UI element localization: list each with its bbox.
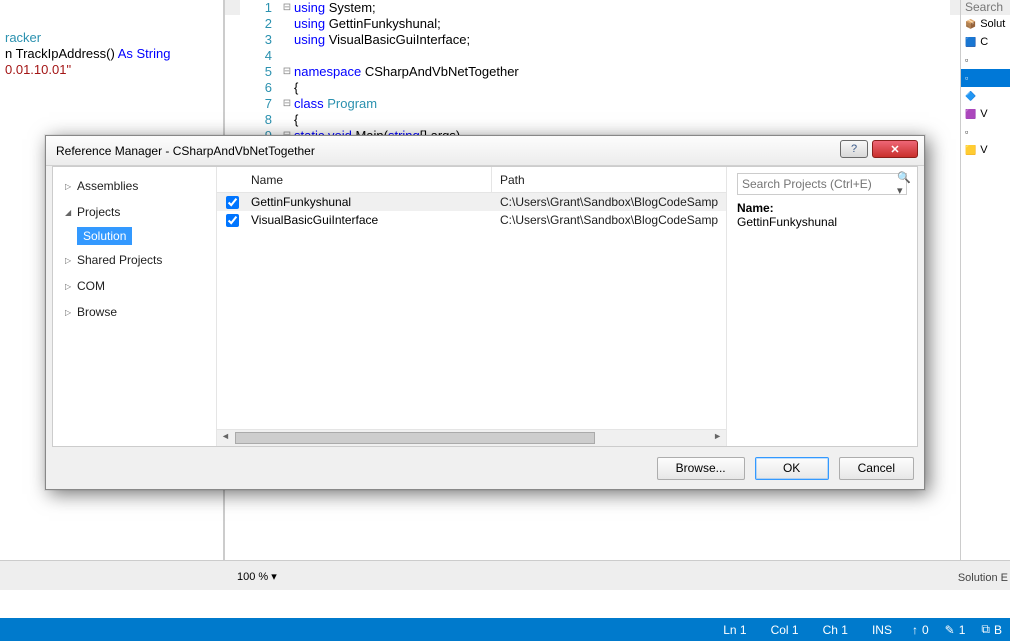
solution-tree-item[interactable]: ▫ bbox=[961, 51, 1010, 69]
search-projects[interactable]: 🔍▾ bbox=[737, 173, 907, 195]
project-checkbox[interactable] bbox=[226, 196, 239, 209]
solution-tree-item[interactable]: 🟦C bbox=[961, 33, 1010, 51]
project-checkbox[interactable] bbox=[226, 214, 239, 227]
status-branch[interactable]: ⧉ B bbox=[973, 622, 1010, 637]
horizontal-scrollbar[interactable] bbox=[217, 429, 726, 446]
editor-footer bbox=[0, 560, 1010, 590]
project-row[interactable]: GettinFunkyshunalC:\Users\Grant\Sandbox\… bbox=[217, 193, 726, 211]
code-token: TrackIpAddress() bbox=[16, 46, 118, 61]
solution-tree-item[interactable]: 🟨V bbox=[961, 141, 1010, 159]
browse-button[interactable]: Browse... bbox=[657, 457, 745, 480]
sidebar-assemblies[interactable]: Assemblies bbox=[53, 173, 216, 199]
dialog-titlebar[interactable]: Reference Manager - CSharpAndVbNetTogeth… bbox=[46, 136, 924, 166]
status-ins: INS bbox=[860, 623, 904, 637]
details-name-label: Name: bbox=[737, 201, 907, 215]
status-line: Ln 1 bbox=[711, 623, 758, 637]
chevron-right-icon bbox=[65, 307, 71, 318]
ok-button[interactable]: OK bbox=[755, 457, 829, 480]
dialog-footer: Browse... OK Cancel bbox=[657, 453, 914, 483]
chevron-right-icon bbox=[65, 181, 71, 192]
status-bar: Ln 1 Col 1 Ch 1 INS ↑ 0 ✎ 1 ⧉ B bbox=[0, 618, 1010, 641]
dialog-body: Assemblies Projects Solution Shared Proj… bbox=[52, 166, 918, 447]
code-token: racker bbox=[5, 30, 41, 45]
code-token: As String bbox=[118, 46, 171, 61]
list-header: Name Path bbox=[217, 167, 726, 193]
column-name[interactable]: Name bbox=[247, 167, 492, 192]
projects-list-pane: Name Path GettinFunkyshunalC:\Users\Gran… bbox=[217, 167, 727, 446]
status-changes[interactable]: ✎ 1 bbox=[937, 623, 974, 637]
solution-explorer[interactable]: 📦Solut🟦C▫▫🔷🟪V▫🟨V bbox=[960, 15, 1010, 560]
details-name-value: GettinFunkyshunal bbox=[737, 215, 907, 229]
status-col: Col 1 bbox=[759, 623, 811, 637]
solution-explorer-label: Solution E bbox=[958, 572, 1008, 584]
close-button[interactable]: ✕ bbox=[872, 140, 918, 158]
search-icon: 🔍▾ bbox=[897, 171, 911, 197]
column-path[interactable]: Path bbox=[492, 173, 525, 187]
zoom-level[interactable]: 100 % ▾ bbox=[237, 570, 277, 583]
code-token: 0.01.10.01" bbox=[5, 62, 71, 77]
project-row[interactable]: VisualBasicGuiInterfaceC:\Users\Grant\Sa… bbox=[217, 211, 726, 229]
solution-tree-item[interactable]: 🟪V bbox=[961, 105, 1010, 123]
sidebar-projects[interactable]: Projects bbox=[53, 199, 216, 225]
sidebar-solution[interactable]: Solution bbox=[77, 227, 132, 245]
code-token: n bbox=[5, 46, 16, 61]
scrollbar-thumb[interactable] bbox=[235, 432, 595, 444]
status-ch: Ch 1 bbox=[811, 623, 860, 637]
chevron-right-icon bbox=[65, 255, 71, 266]
sidebar-browse[interactable]: Browse bbox=[53, 299, 216, 325]
solution-tree-item[interactable]: 📦Solut bbox=[961, 15, 1010, 33]
cancel-button[interactable]: Cancel bbox=[839, 457, 914, 480]
solution-tree-item[interactable]: ▫ bbox=[961, 69, 1010, 87]
chevron-right-icon bbox=[65, 281, 71, 292]
dialog-sidebar: Assemblies Projects Solution Shared Proj… bbox=[53, 167, 217, 446]
solution-tree-item[interactable]: ▫ bbox=[961, 123, 1010, 141]
sidebar-com[interactable]: COM bbox=[53, 273, 216, 299]
help-button[interactable]: ? bbox=[840, 140, 868, 158]
search-input[interactable] bbox=[742, 177, 897, 191]
chevron-down-icon bbox=[65, 207, 71, 218]
sidebar-shared[interactable]: Shared Projects bbox=[53, 247, 216, 273]
dialog-title: Reference Manager - CSharpAndVbNetTogeth… bbox=[56, 144, 315, 158]
details-pane: 🔍▾ Name: GettinFunkyshunal bbox=[727, 167, 917, 446]
reference-manager-dialog: Reference Manager - CSharpAndVbNetTogeth… bbox=[45, 135, 925, 490]
list-rows: GettinFunkyshunalC:\Users\Grant\Sandbox\… bbox=[217, 193, 726, 429]
status-publish[interactable]: ↑ 0 bbox=[904, 623, 937, 637]
solution-tree-item[interactable]: 🔷 bbox=[961, 87, 1010, 105]
